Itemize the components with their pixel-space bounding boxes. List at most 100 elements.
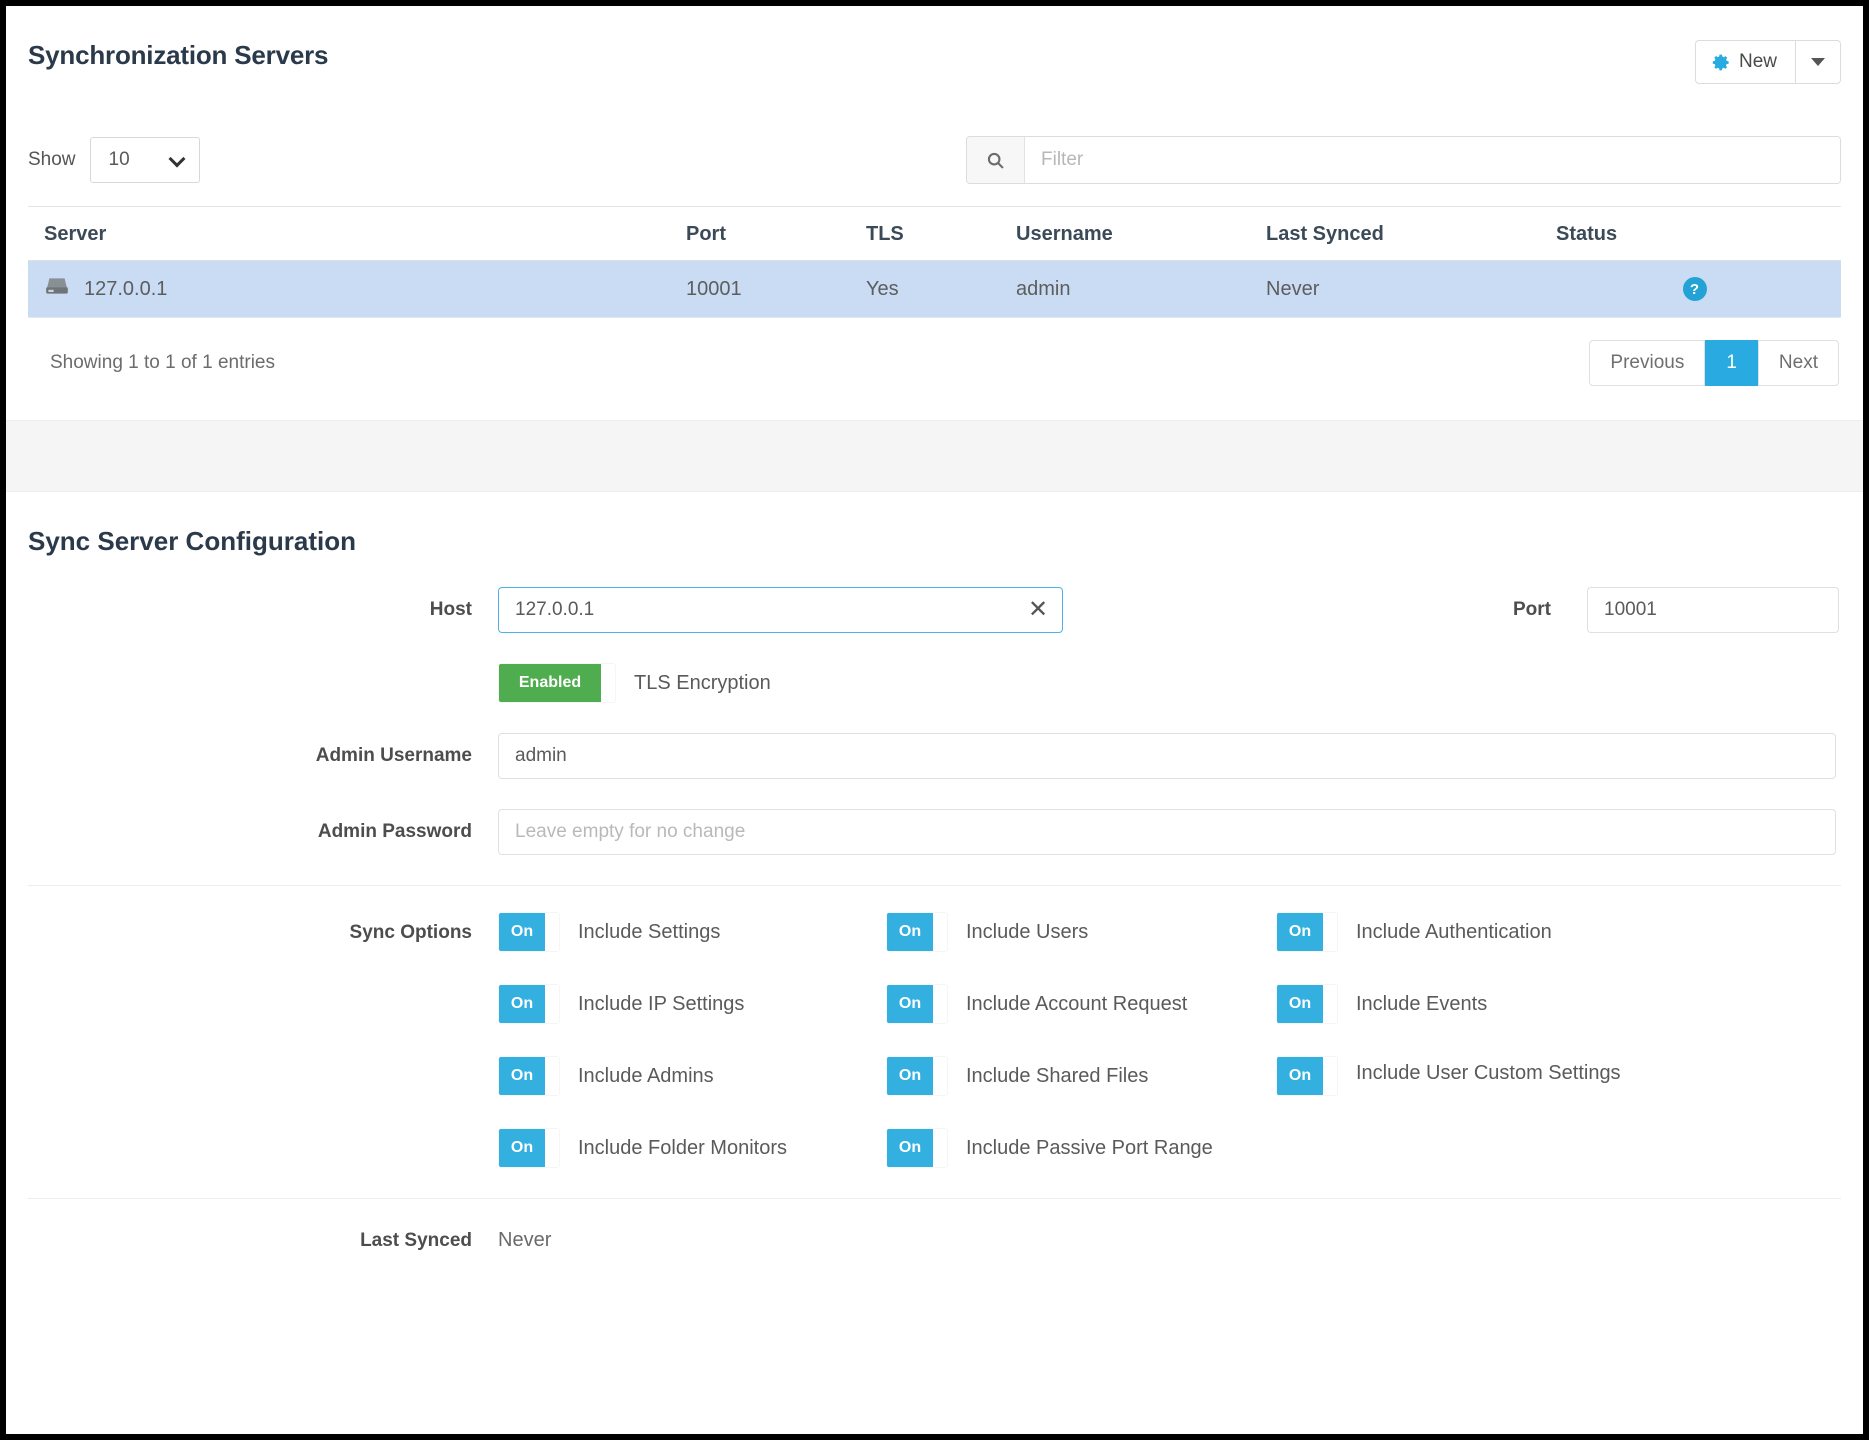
admin-password-input[interactable]: [498, 809, 1836, 855]
tls-toggle-state: Enabled: [499, 664, 601, 702]
column-header-status[interactable]: Status: [1548, 207, 1841, 261]
table-row[interactable]: 127.0.0.1 10001 Yes admin Never ?: [28, 261, 1841, 318]
toggle-knob: [933, 1057, 947, 1095]
admin-username-input[interactable]: [498, 733, 1836, 779]
servers-table: Server Port TLS Username Last Synced Sta…: [28, 206, 1841, 318]
host-input[interactable]: [498, 587, 1063, 633]
sync-options-grid: On Include Settings On Include Users On: [498, 912, 1841, 1168]
config-divider-1: [28, 885, 1841, 886]
toggle-include-ip-settings[interactable]: On: [498, 984, 560, 1024]
column-header-server[interactable]: Server: [28, 207, 678, 261]
close-icon[interactable]: ✕: [1027, 599, 1049, 621]
sync-option-include-ip-settings: On Include IP Settings: [498, 984, 886, 1024]
sync-option-include-authentication: On Include Authentication: [1276, 912, 1841, 952]
toggle-knob: [1323, 1057, 1337, 1095]
sync-option-label: Include Authentication: [1356, 912, 1552, 952]
pagination-next[interactable]: Next: [1758, 340, 1839, 386]
new-dropdown-button[interactable]: [1795, 40, 1841, 84]
sync-option-include-folder-monitors: On Include Folder Monitors: [498, 1128, 886, 1168]
sync-option-include-admins: On Include Admins: [498, 1056, 886, 1096]
last-synced-value: Never: [498, 1229, 551, 1252]
toggle-include-passive-port-range[interactable]: On: [886, 1128, 948, 1168]
tls-encryption-label: TLS Encryption: [634, 672, 771, 695]
toggle-include-authentication[interactable]: On: [1276, 912, 1338, 952]
toggle-knob: [1323, 985, 1337, 1023]
sync-option-include-events: On Include Events: [1276, 984, 1841, 1024]
pagination-row: Showing 1 to 1 of 1 entries Previous 1 N…: [28, 318, 1841, 420]
sync-option-label: Include Account Request: [966, 984, 1187, 1024]
chevron-down-icon: [168, 151, 185, 168]
host-field-wrapper: ✕: [498, 587, 1063, 633]
admin-password-row: Admin Password: [28, 809, 1841, 855]
toggle-state: On: [887, 913, 933, 951]
help-circle-icon[interactable]: ?: [1683, 277, 1707, 301]
toggle-state: On: [1277, 985, 1323, 1023]
sync-option-label: Include User Custom Settings: [1356, 1056, 1621, 1090]
toggle-knob: [1323, 913, 1337, 951]
table-header-row: Server Port TLS Username Last Synced Sta…: [28, 207, 1841, 261]
app-window: Synchronization Servers New: [6, 6, 1863, 1434]
column-header-username[interactable]: Username: [1008, 207, 1258, 261]
cell-server: 127.0.0.1: [28, 261, 678, 318]
port-label: Port: [1513, 599, 1587, 621]
tls-toggle-group: Enabled TLS Encryption: [498, 663, 771, 703]
host-row: Host ✕ Port: [28, 587, 1841, 633]
toggle-include-settings[interactable]: On: [498, 912, 560, 952]
filter-group: [966, 136, 1841, 184]
sync-option-include-settings: On Include Settings: [498, 912, 886, 952]
show-entries-group: Show 10: [28, 137, 200, 183]
sync-option-label: Include Passive Port Range: [966, 1128, 1213, 1168]
toggle-include-users[interactable]: On: [886, 912, 948, 952]
pagination-page-1[interactable]: 1: [1705, 340, 1758, 386]
entries-info: Showing 1 to 1 of 1 entries: [30, 352, 275, 374]
pagination-controls: Previous 1 Next: [1589, 340, 1839, 386]
host-label: Host: [28, 599, 498, 621]
cell-username: admin: [1008, 261, 1258, 318]
new-button-label: New: [1739, 51, 1777, 73]
cell-port: 10001: [678, 261, 858, 318]
sync-options-row: Sync Options On Include Settings On Incl…: [28, 912, 1841, 1168]
toggle-state: On: [1277, 913, 1323, 951]
toggle-knob: [933, 985, 947, 1023]
admin-username-row: Admin Username: [28, 733, 1841, 779]
toggle-knob: [933, 913, 947, 951]
sync-option-label: Include Settings: [578, 912, 720, 952]
sync-option-include-account-request: On Include Account Request: [886, 984, 1276, 1024]
pagination-previous[interactable]: Previous: [1589, 340, 1705, 386]
toggle-knob: [545, 1057, 559, 1095]
toggle-include-admins[interactable]: On: [498, 1056, 560, 1096]
toggle-knob: [933, 1129, 947, 1167]
search-icon: [967, 137, 1025, 183]
gear-icon: [1712, 53, 1731, 72]
admin-username-label: Admin Username: [28, 745, 498, 767]
toggle-knob: [545, 1129, 559, 1167]
sync-option-include-user-custom-settings: On Include User Custom Settings: [1276, 1056, 1841, 1096]
sync-option-label: Include Events: [1356, 984, 1487, 1024]
sync-option-include-shared-files: On Include Shared Files: [886, 1056, 1276, 1096]
sync-option-label: Include IP Settings: [578, 984, 744, 1024]
filter-input[interactable]: [1025, 137, 1840, 183]
last-synced-row: Last Synced Never: [28, 1199, 1841, 1252]
toggle-knob: [545, 913, 559, 951]
toggle-include-user-custom-settings[interactable]: On: [1276, 1056, 1338, 1096]
toggle-state: On: [887, 1057, 933, 1095]
cell-status: ?: [1548, 261, 1841, 318]
sync-options-label: Sync Options: [28, 912, 498, 1168]
column-header-port[interactable]: Port: [678, 207, 858, 261]
new-button[interactable]: New: [1695, 40, 1795, 84]
config-title: Sync Server Configuration: [28, 492, 1841, 557]
port-field-wrapper: Port: [1513, 587, 1841, 633]
toggle-include-account-request[interactable]: On: [886, 984, 948, 1024]
toggle-include-shared-files[interactable]: On: [886, 1056, 948, 1096]
port-input[interactable]: [1587, 587, 1839, 633]
sync-option-label: Include Shared Files: [966, 1056, 1148, 1096]
toggle-include-events[interactable]: On: [1276, 984, 1338, 1024]
tls-encryption-toggle[interactable]: Enabled: [498, 663, 616, 703]
column-header-tls[interactable]: TLS: [858, 207, 1008, 261]
cell-server-text: 127.0.0.1: [84, 278, 167, 301]
toggle-include-folder-monitors[interactable]: On: [498, 1128, 560, 1168]
show-entries-select[interactable]: 10: [90, 137, 200, 183]
column-header-last-synced[interactable]: Last Synced: [1258, 207, 1548, 261]
cell-tls: Yes: [858, 261, 1008, 318]
caret-down-icon: [1811, 58, 1825, 66]
